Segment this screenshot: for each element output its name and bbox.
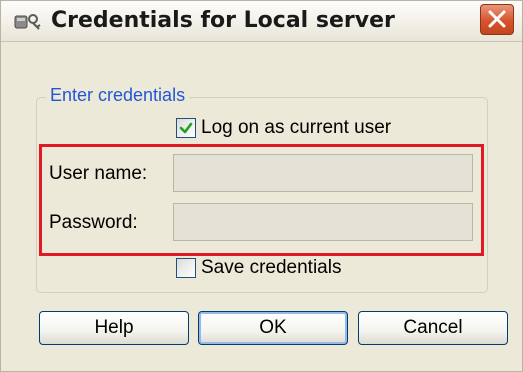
close-button[interactable] [480, 4, 514, 35]
save-credentials-checkbox-row[interactable]: Save credentials [176, 256, 341, 280]
password-field[interactable] [173, 203, 473, 241]
ok-button[interactable]: OK [198, 311, 348, 345]
window-title: Credentials for Local server [51, 8, 395, 33]
save-credentials-checkbox[interactable] [176, 258, 196, 278]
log-on-current-user-checkbox-row[interactable]: Log on as current user [176, 116, 391, 140]
password-label: Password: [49, 212, 138, 233]
user-name-label: User name: [49, 163, 148, 184]
log-on-current-user-label: Log on as current user [201, 117, 392, 138]
server-key-icon [13, 10, 43, 32]
credentials-dialog: Credentials for Local server Enter crede… [0, 0, 523, 372]
title-bar[interactable]: Credentials for Local server [1, 1, 522, 42]
close-icon [488, 10, 506, 28]
groupbox-legend: Enter credentials [46, 85, 190, 106]
save-credentials-label: Save credentials [201, 257, 342, 278]
log-on-current-user-checkbox[interactable] [176, 118, 196, 138]
checkmark-icon [179, 122, 193, 134]
help-button[interactable]: Help [39, 311, 189, 345]
user-name-field[interactable] [173, 154, 473, 192]
cancel-button[interactable]: Cancel [358, 311, 508, 345]
